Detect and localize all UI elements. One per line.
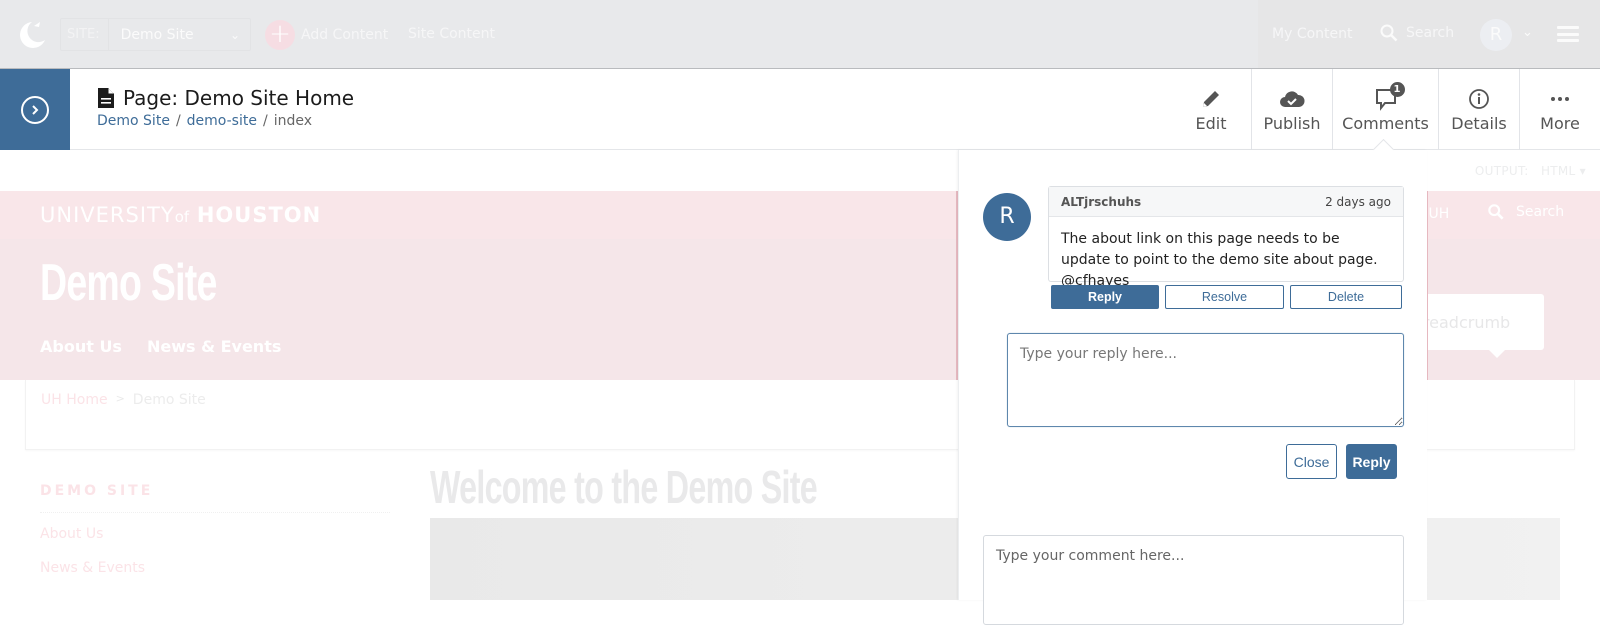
delete-button[interactable]: Delete bbox=[1290, 285, 1402, 309]
site-nav-news[interactable]: News & Events bbox=[147, 337, 281, 356]
sidebar-link-news[interactable]: News & Events bbox=[40, 560, 145, 576]
details-button[interactable]: Details bbox=[1438, 69, 1519, 150]
chevron-right-circle-icon bbox=[21, 95, 49, 124]
sidebar-link-about[interactable]: About Us bbox=[40, 526, 103, 542]
ellipsis-icon bbox=[1550, 86, 1570, 112]
site-breadcrumb-separator: > bbox=[115, 392, 125, 405]
output-selector[interactable]: OUTPUT: HTML ▾ bbox=[1475, 164, 1586, 178]
site-nav-about[interactable]: About Us bbox=[40, 337, 122, 356]
site-breadcrumb-current: Demo Site bbox=[132, 392, 206, 408]
site-selector-value: Demo Site bbox=[120, 26, 194, 43]
crafter-logo-icon[interactable] bbox=[12, 16, 48, 52]
site-nav: About Us News & Events bbox=[40, 337, 281, 356]
breadcrumb: Demo Site / demo-site / index bbox=[97, 113, 312, 129]
sidebar-title: DEMO SITE bbox=[40, 483, 154, 499]
site-breadcrumb-home[interactable]: UH Home bbox=[41, 392, 108, 408]
comment-time: 2 days ago bbox=[1325, 194, 1391, 209]
comment-card: ALTjrschuhs 2 days ago The about link on… bbox=[1048, 186, 1404, 289]
comment-icon: 1 bbox=[1375, 82, 1405, 112]
breadcrumb-separator: / bbox=[175, 113, 181, 129]
new-comment-input[interactable] bbox=[983, 535, 1404, 625]
details-label: Details bbox=[1451, 114, 1507, 133]
submit-reply-button[interactable]: Reply bbox=[1346, 444, 1397, 479]
publish-label: Publish bbox=[1263, 114, 1321, 133]
comment-body: The about link on this page needs to be … bbox=[1061, 231, 1378, 289]
uh-search-label: Search bbox=[1516, 204, 1565, 220]
page-title: Page: Demo Site Home bbox=[97, 86, 354, 110]
top-search-button[interactable]: Search bbox=[1380, 24, 1454, 42]
user-menu-chevron-icon[interactable]: ⌄ bbox=[1522, 25, 1533, 40]
search-icon bbox=[1488, 204, 1504, 220]
plus-icon: + bbox=[265, 20, 295, 50]
publish-button[interactable]: Publish bbox=[1251, 69, 1332, 150]
comments-button[interactable]: 1 Comments bbox=[1332, 69, 1438, 150]
hamburger-menu-icon[interactable] bbox=[1557, 26, 1579, 42]
uh-logo-houston: HOUSTON bbox=[196, 203, 322, 227]
top-search-label: Search bbox=[1406, 25, 1455, 41]
uh-logo-of: of bbox=[174, 208, 190, 226]
site-content-link[interactable]: Site Content bbox=[408, 26, 495, 42]
search-icon bbox=[1380, 24, 1398, 42]
page-title-text: Page: Demo Site Home bbox=[123, 86, 355, 110]
edit-label: Edit bbox=[1195, 114, 1227, 133]
my-content-link[interactable]: My Content bbox=[1272, 26, 1353, 42]
comment-author-avatar: R bbox=[983, 193, 1031, 241]
comments-panel: R ALTjrschuhs 2 days ago The about link … bbox=[958, 150, 1427, 625]
edit-button[interactable]: Edit bbox=[1171, 69, 1251, 150]
sidebar-toggle-button[interactable] bbox=[0, 69, 70, 150]
more-button[interactable]: More bbox=[1519, 69, 1600, 150]
uh-search-button[interactable]: Search bbox=[1488, 204, 1564, 220]
uh-logo[interactable]: UNIVERSITYof HOUSTON bbox=[40, 203, 321, 227]
breadcrumb-folder[interactable]: demo-site bbox=[187, 113, 257, 129]
cloud-check-icon bbox=[1279, 86, 1305, 112]
close-reply-button[interactable]: Close bbox=[1286, 444, 1337, 479]
add-content-label: Add Content bbox=[301, 27, 389, 43]
site-name-heading: Demo Site bbox=[40, 254, 217, 312]
resolve-button[interactable]: Resolve bbox=[1165, 285, 1284, 309]
comment-actions: Reply Resolve Delete bbox=[1051, 285, 1402, 309]
user-avatar[interactable]: R bbox=[1480, 19, 1512, 51]
reply-button[interactable]: Reply bbox=[1051, 285, 1159, 309]
reply-input[interactable] bbox=[1007, 333, 1404, 427]
page-toolbar: Page: Demo Site Home Demo Site / demo-si… bbox=[0, 69, 1600, 150]
output-value: HTML bbox=[1540, 164, 1576, 178]
breadcrumb-separator: / bbox=[262, 113, 268, 129]
comments-label: Comments bbox=[1342, 114, 1429, 133]
top-nav: SITE: Demo Site ⌄ + Add Content Site Con… bbox=[0, 0, 1600, 69]
chevron-down-icon: ⌄ bbox=[229, 27, 240, 42]
site-selector-label: SITE: bbox=[61, 19, 109, 50]
site-selector[interactable]: SITE: Demo Site ⌄ bbox=[60, 18, 251, 51]
add-content-button[interactable]: + Add Content bbox=[265, 20, 388, 50]
comment-header: ALTjrschuhs 2 days ago bbox=[1049, 187, 1403, 217]
info-icon bbox=[1468, 86, 1490, 112]
breadcrumb-site[interactable]: Demo Site bbox=[97, 113, 170, 129]
document-icon bbox=[98, 88, 114, 108]
uh-logo-university: UNIVERSITY bbox=[40, 203, 175, 227]
breadcrumb-current: index bbox=[273, 113, 312, 129]
sidebar-divider bbox=[40, 512, 390, 513]
more-label: More bbox=[1540, 114, 1580, 133]
comment-author: ALTjrschuhs bbox=[1061, 194, 1142, 209]
pencil-icon bbox=[1200, 86, 1222, 112]
welcome-heading: Welcome to the Demo Site bbox=[430, 461, 818, 513]
output-label: OUTPUT: bbox=[1474, 164, 1529, 178]
toolbar-actions: Edit Publish 1 Comments Details More bbox=[1171, 69, 1600, 150]
comments-count-badge: 1 bbox=[1389, 82, 1405, 97]
